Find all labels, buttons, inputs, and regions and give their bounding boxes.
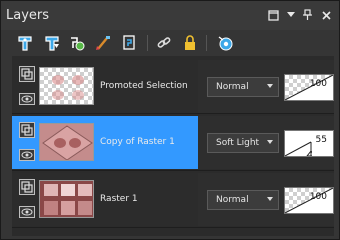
visibility-toggle-icon[interactable] xyxy=(215,33,235,53)
blend-mode-dropdown[interactable]: Normal xyxy=(207,77,279,97)
link-icon[interactable] xyxy=(154,33,174,53)
close-icon[interactable] xyxy=(320,9,332,21)
new-vector-layer-icon[interactable] xyxy=(42,33,62,53)
blend-mode-value: Soft Light xyxy=(216,138,260,148)
blend-mode-value: Normal xyxy=(216,195,249,205)
layer-name: Promoted Selection xyxy=(100,81,188,91)
blend-mode-dropdown[interactable]: Normal xyxy=(207,190,279,210)
opacity-value: 55 xyxy=(315,135,327,145)
visibility-eye-icon[interactable] xyxy=(19,206,35,218)
layer-name-area[interactable]: Raster 1 xyxy=(12,173,198,226)
layer-name: Raster 1 xyxy=(100,194,138,204)
blend-mode-value: Normal xyxy=(216,82,249,92)
layer-name-area[interactable]: Promoted Selection xyxy=(12,60,198,113)
layer-name-area[interactable]: Copy of Raster 1 xyxy=(12,116,198,169)
blend-mode-dropdown[interactable]: Soft Light xyxy=(207,133,279,153)
layer-list: Promoted Selection Normal 100 Copy of Ra… xyxy=(12,56,334,236)
layer-group-icon[interactable] xyxy=(19,66,35,82)
new-raster-layer-icon[interactable] xyxy=(15,33,35,53)
lock-icon[interactable] xyxy=(180,33,200,53)
panel-titlebar[interactable]: Layers xyxy=(1,1,339,30)
layers-toolbar xyxy=(1,30,339,56)
layer-thumbnail xyxy=(39,123,94,161)
layer-name: Copy of Raster 1 xyxy=(100,137,175,147)
restore-icon[interactable] xyxy=(267,9,279,21)
layer-row[interactable]: Promoted Selection Normal 100 xyxy=(12,60,334,113)
opacity-slider[interactable]: 55 xyxy=(284,130,334,157)
layer-group-icon[interactable] xyxy=(19,179,35,195)
layer-properties: Soft Light 55 xyxy=(198,116,334,169)
pin-icon[interactable] xyxy=(301,9,313,21)
opacity-slider[interactable]: 100 xyxy=(284,187,334,214)
new-adjustment-layer-icon[interactable] xyxy=(67,33,87,53)
visibility-eye-icon[interactable] xyxy=(19,149,35,161)
layer-group-icon[interactable] xyxy=(19,122,35,138)
opacity-value: 100 xyxy=(309,79,327,89)
chevron-down-icon xyxy=(267,197,273,201)
visibility-eye-icon[interactable] xyxy=(19,93,35,105)
layer-properties: Normal 100 xyxy=(198,173,334,226)
copy-layer-icon[interactable] xyxy=(119,33,139,53)
opacity-slider[interactable]: 100 xyxy=(284,74,334,101)
layer-row[interactable]: Copy of Raster 1 Soft Light 55 xyxy=(12,116,334,169)
layer-row[interactable]: Raster 1 Normal 100 xyxy=(12,173,334,226)
layers-panel: Layers Promoted Selection Normal 100 Cop… xyxy=(0,0,340,240)
layer-properties: Normal 100 xyxy=(198,60,334,113)
opacity-value: 100 xyxy=(309,192,327,202)
chevron-down-icon xyxy=(267,140,273,144)
chevron-down-icon xyxy=(267,84,273,88)
paint-brush-icon[interactable] xyxy=(93,33,113,53)
layer-thumbnail xyxy=(39,180,94,218)
layer-thumbnail xyxy=(39,67,94,105)
panel-title: Layers xyxy=(6,8,50,23)
dropdown-icon[interactable] xyxy=(285,9,297,21)
